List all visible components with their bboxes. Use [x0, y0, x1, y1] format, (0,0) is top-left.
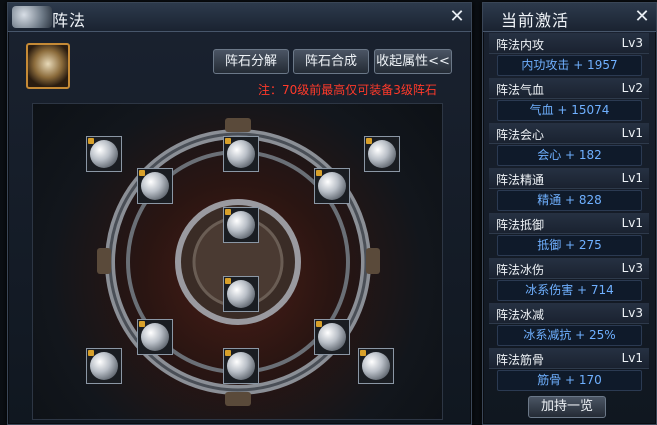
attribute-bonus: 会心 + 182 — [497, 145, 642, 166]
stone-slot[interactable] — [364, 136, 400, 172]
formation-board — [32, 103, 443, 420]
stone-slot[interactable] — [314, 168, 350, 204]
attribute-bonus: 气血 + 15074 — [497, 100, 642, 121]
attribute-name: 阵法抵御 — [496, 218, 545, 232]
attribute-level: Lv2 — [621, 81, 643, 95]
attribute-bonus: 抵御 + 275 — [497, 235, 642, 256]
lock-icon — [366, 138, 372, 144]
formation-stone-icon — [227, 352, 255, 380]
active-attributes-window: 当前激活 ✕ 阵法内攻 Lv3 内功攻击 + 1957 阵法气血 Lv2 气血 + … — [482, 2, 657, 425]
stone-slot[interactable] — [137, 319, 173, 355]
attribute-row: 阵法精通 Lv1 — [489, 168, 649, 189]
close-icon[interactable]: ✕ — [448, 8, 466, 26]
lock-icon — [316, 321, 322, 327]
stone-slot[interactable] — [314, 319, 350, 355]
lock-icon — [88, 350, 94, 356]
formation-stone-icon — [90, 140, 118, 168]
formation-window: 阵法 ✕ 阵石分解 阵石合成 收起属性<< 注：70级前最高仅可装备3级阵石 — [7, 2, 472, 425]
formation-stone-icon — [368, 140, 396, 168]
attribute-row: 阵法冰减 Lv3 — [489, 303, 649, 324]
attribute-row: 阵法会心 Lv1 — [489, 123, 649, 144]
stone-slot[interactable] — [137, 168, 173, 204]
attribute-bonus: 冰系减抗 + 25% — [497, 325, 642, 346]
attribute-level: Lv3 — [621, 306, 643, 320]
attribute-level: Lv1 — [621, 126, 643, 140]
attribute-level: Lv1 — [621, 171, 643, 185]
attribute-name: 阵法筋骨 — [496, 353, 545, 367]
lock-icon — [88, 138, 94, 144]
attribute-name: 阵法内攻 — [496, 38, 545, 52]
lock-icon — [360, 350, 366, 356]
attribute-bonus: 筋骨 + 170 — [497, 370, 642, 391]
attribute-name: 阵法精通 — [496, 173, 545, 187]
formation-stone-icon — [227, 211, 255, 239]
lock-icon — [225, 350, 231, 356]
lock-icon — [139, 170, 145, 176]
collapse-attributes-button[interactable]: 收起属性<< — [374, 49, 452, 74]
formation-stone-icon — [90, 352, 118, 380]
close-icon[interactable]: ✕ — [633, 8, 651, 26]
formation-stone-icon — [318, 323, 346, 351]
attribute-bonus: 精通 + 828 — [497, 190, 642, 211]
stone-slot[interactable] — [86, 136, 122, 172]
formation-stone-icon — [227, 280, 255, 308]
attribute-level: Lv1 — [621, 351, 643, 365]
level-notice: 注：70级前最高仅可装备3级阵石 — [258, 83, 437, 97]
attribute-row: 阵法筋骨 Lv1 — [489, 348, 649, 369]
lock-icon — [225, 138, 231, 144]
combine-button[interactable]: 阵石合成 — [293, 49, 369, 74]
bonus-overview-button[interactable]: 加持一览 — [528, 396, 606, 418]
attribute-row: 阵法内攻 Lv3 — [489, 33, 649, 54]
attribute-row: 阵法抵御 Lv1 — [489, 213, 649, 234]
formation-stone-avatar[interactable] — [26, 43, 70, 89]
lock-icon — [316, 170, 322, 176]
title-bar[interactable]: 当前激活 ✕ — [483, 3, 656, 32]
stone-slot[interactable] — [86, 348, 122, 384]
attribute-level: Lv1 — [621, 216, 643, 230]
formation-stone-icon — [318, 172, 346, 200]
stone-slot[interactable] — [358, 348, 394, 384]
formation-stone-icon — [362, 352, 390, 380]
lock-icon — [225, 278, 231, 284]
stone-slot[interactable] — [223, 348, 259, 384]
window-emblem-icon — [12, 6, 52, 28]
attribute-bonus: 冰系伤害 + 714 — [497, 280, 642, 301]
attribute-bonus: 内功攻击 + 1957 — [497, 55, 642, 76]
window-title: 阵法 — [52, 11, 87, 30]
lock-icon — [225, 209, 231, 215]
title-bar[interactable]: 阵法 ✕ — [8, 3, 471, 32]
stone-slot[interactable] — [223, 207, 259, 243]
formation-stone-icon — [227, 140, 255, 168]
formation-stone-icon — [141, 323, 169, 351]
attribute-level: Lv3 — [621, 36, 643, 50]
attribute-name: 阵法会心 — [496, 128, 545, 142]
stone-slot[interactable] — [223, 136, 259, 172]
lock-icon — [139, 321, 145, 327]
attribute-name: 阵法气血 — [496, 83, 545, 97]
formation-stone-icon — [141, 172, 169, 200]
stone-slot[interactable] — [223, 276, 259, 312]
attribute-level: Lv3 — [621, 261, 643, 275]
attribute-row: 阵法冰伤 Lv3 — [489, 258, 649, 279]
decompose-button[interactable]: 阵石分解 — [213, 49, 289, 74]
attribute-name: 阵法冰伤 — [496, 263, 545, 277]
window-title: 当前激活 — [501, 11, 570, 30]
attribute-name: 阵法冰减 — [496, 308, 545, 322]
attribute-row: 阵法气血 Lv2 — [489, 78, 649, 99]
